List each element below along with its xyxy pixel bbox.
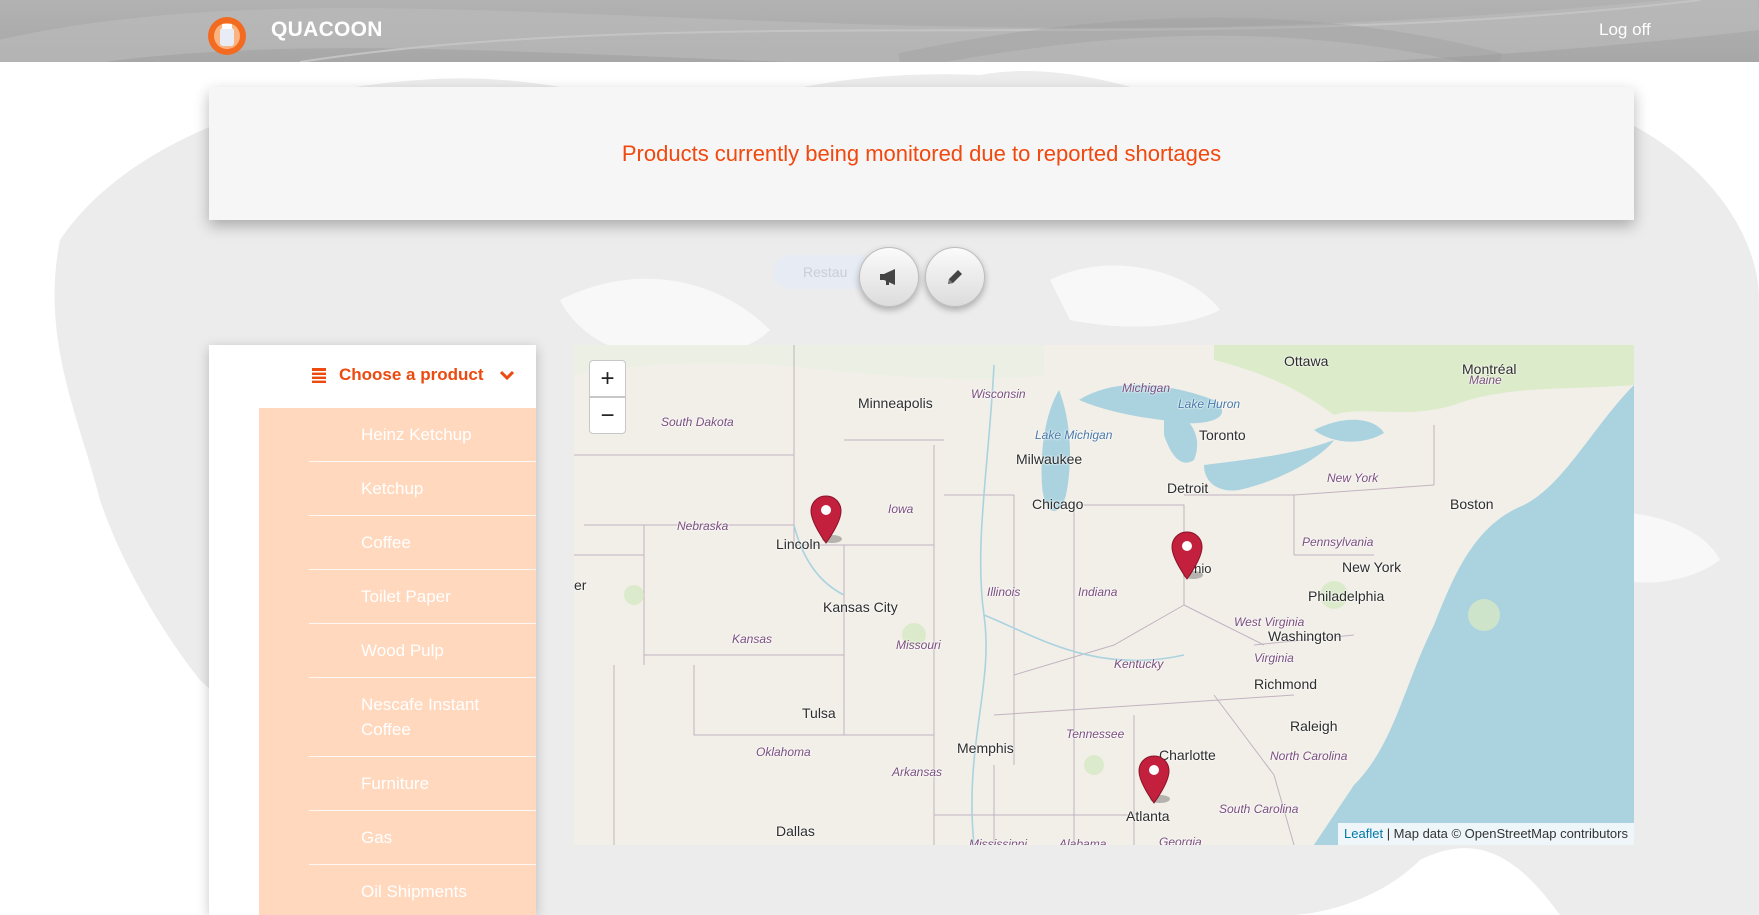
state-label: Kentucky (1114, 657, 1164, 671)
city-label: Dallas (776, 823, 815, 839)
product-item[interactable]: Toilet Paper (309, 570, 536, 624)
city-label: Richmond (1254, 676, 1318, 692)
city-label: Kansas City (823, 599, 898, 615)
state-label: Wisconsin (971, 387, 1026, 401)
lake-label: Lake Huron (1178, 397, 1241, 411)
leaflet-link[interactable]: Leaflet (1344, 826, 1383, 841)
brand-name: QUACOON (271, 18, 383, 41)
lake-label: Lake Michigan (1035, 428, 1113, 442)
attribution-text: | Map data © OpenStreetMap contributors (1383, 826, 1628, 841)
state-label: New York (1327, 471, 1379, 485)
state-label: Alabama (1059, 837, 1107, 845)
product-item[interactable]: Coffee (309, 516, 536, 570)
megaphone-icon (880, 269, 895, 285)
quacoon-logo-icon (208, 17, 246, 55)
product-item[interactable]: Oil Shipments (309, 865, 536, 915)
state-label: Michigan (1122, 381, 1171, 395)
product-item[interactable]: Wood Pulp (309, 624, 536, 678)
state-label: Pennsylvania (1302, 535, 1374, 549)
state-label: Indiana (1078, 585, 1118, 599)
logoff-link[interactable]: Log off (1599, 20, 1651, 40)
city-label: Tulsa (802, 705, 836, 721)
state-label: Iowa (888, 502, 914, 516)
city-label: New York (1342, 559, 1402, 575)
state-label: Oklahoma (756, 745, 811, 759)
map-attribution: Leaflet | Map data © OpenStreetMap contr… (1338, 823, 1634, 845)
product-panel: Choose a product Heinz Ketchup Ketchup C… (209, 345, 536, 915)
top-navigation-bar: QUACOON Log off (0, 0, 1759, 62)
state-label: North Carolina (1270, 749, 1348, 763)
state-label: Georgia (1159, 835, 1202, 845)
state-label: Mississippi (969, 837, 1028, 845)
map-marker[interactable] (1171, 531, 1203, 581)
state-label: Missouri (896, 638, 941, 652)
map-marker[interactable] (1138, 755, 1170, 805)
choose-product-toggle[interactable]: Choose a product (311, 365, 514, 385)
city-label: er (574, 577, 587, 593)
state-label: Illinois (987, 585, 1021, 599)
city-label: Minneapolis (858, 395, 933, 411)
product-item[interactable]: Ketchup (309, 462, 536, 516)
city-label: Raleigh (1290, 718, 1338, 734)
city-label: Atlanta (1126, 808, 1170, 824)
state-label: Tennessee (1066, 727, 1125, 741)
zoom-out-button[interactable]: − (589, 397, 626, 434)
state-label: West Virginia (1234, 615, 1305, 629)
map-marker[interactable] (810, 495, 842, 545)
state-label: Kansas (732, 632, 773, 646)
ghost-pill-label: Restau (803, 264, 848, 280)
shortage-map[interactable]: Ottawa Montréal Minneapolis Toronto Milw… (574, 345, 1634, 845)
product-item[interactable]: Heinz Ketchup (309, 408, 536, 462)
city-label: Memphis (957, 740, 1014, 756)
state-label: South Carolina (1219, 802, 1299, 816)
state-label: Nebraska (677, 519, 729, 533)
product-list: Heinz Ketchup Ketchup Coffee Toilet Pape… (259, 408, 536, 915)
city-label: Toronto (1199, 427, 1246, 443)
city-label: Ottawa (1284, 353, 1329, 369)
zoom-in-button[interactable]: + (589, 360, 626, 397)
header-decoration (0, 0, 1759, 62)
city-label: Chicago (1032, 496, 1084, 512)
state-label: South Dakota (661, 415, 734, 429)
city-label: Boston (1450, 496, 1494, 512)
pencil-icon (948, 270, 962, 284)
state-label: Virginia (1254, 651, 1294, 665)
city-label: Washington (1268, 628, 1342, 644)
chevron-down-icon (499, 370, 514, 380)
shortage-banner: Products currently being monitored due t… (209, 87, 1634, 220)
state-label: Maine (1469, 373, 1502, 387)
product-list-icon (311, 367, 327, 383)
choose-product-label: Choose a product (339, 365, 484, 384)
city-label: Detroit (1167, 480, 1209, 496)
banner-text: Products currently being monitored due t… (621, 140, 1222, 166)
product-item[interactable]: Nescafe Instant Coffee (309, 678, 536, 757)
announce-button[interactable] (859, 247, 919, 307)
state-label: Arkansas (892, 765, 943, 779)
city-label: Milwaukee (1016, 451, 1083, 467)
product-item[interactable]: Gas (309, 811, 536, 865)
edit-button[interactable] (925, 247, 985, 307)
city-label: Philadelphia (1308, 588, 1385, 604)
product-item[interactable]: Furniture (309, 757, 536, 811)
